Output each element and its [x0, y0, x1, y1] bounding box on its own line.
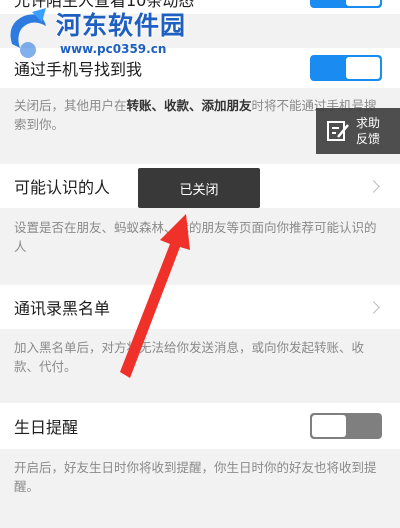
watermark: 河东软件园 www.pc0359.cn	[0, 0, 210, 70]
birthday-label: 生日提醒	[14, 418, 79, 437]
contact-blacklist-row[interactable]: 通讯录黑名单	[0, 285, 400, 329]
may-know-label: 可能认识的人	[14, 178, 111, 197]
birthday-description: 开启后，好友生日时你将收到提醒，你生日时你的好友也将收到提醒。	[0, 458, 400, 498]
toggle-knob	[346, 0, 380, 6]
watermark-name: 河东软件园	[56, 11, 187, 40]
toast-message: 已关闭	[138, 168, 260, 208]
contact-blacklist-label: 通讯录黑名单	[14, 299, 111, 318]
contact-blacklist-description: 加入黑名单后，对方将无法给你发送消息，或向你发起转账、收款、代付。	[0, 338, 400, 378]
watermark-logo-icon	[10, 8, 46, 58]
birthday-toggle[interactable]	[310, 413, 382, 439]
chevron-right-icon	[367, 180, 380, 193]
help-feedback-button[interactable]: 求助 反馈	[316, 108, 400, 154]
birthday-row[interactable]: 生日提醒	[0, 403, 400, 449]
toggle-knob	[346, 57, 380, 79]
watermark-url: www.pc0359.cn	[60, 42, 167, 56]
edit-icon	[327, 121, 349, 141]
stranger-moments-toggle[interactable]	[310, 0, 382, 8]
may-know-description: 设置是否在朋友、蚂蚁森林、我的朋友等页面向你推荐可能认识的人	[0, 218, 400, 258]
toggle-knob	[312, 415, 346, 437]
phone-find-toggle[interactable]	[310, 55, 382, 81]
feedback-text: 求助 反馈	[356, 116, 381, 146]
chevron-right-icon	[367, 301, 380, 314]
